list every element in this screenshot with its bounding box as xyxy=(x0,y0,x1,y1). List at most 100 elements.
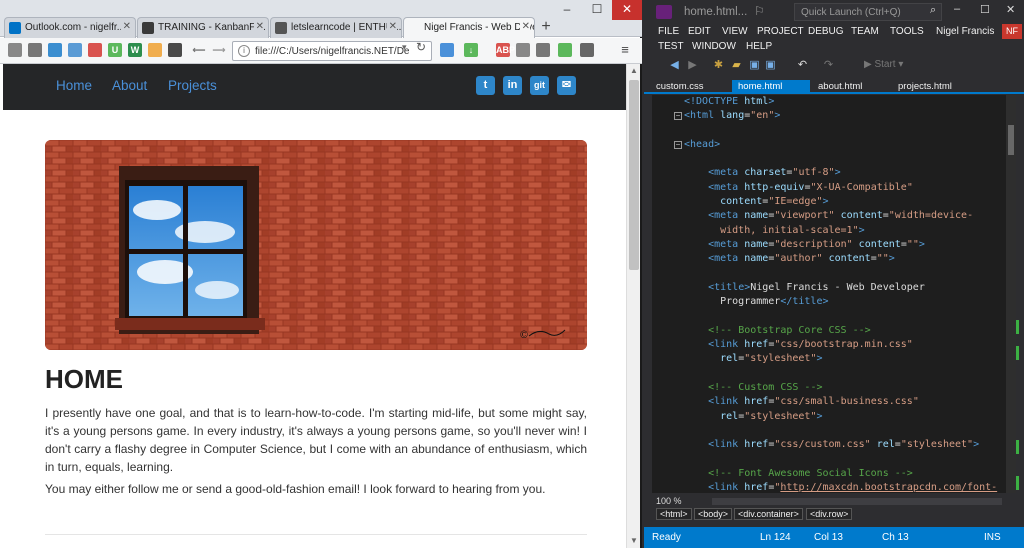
user-avatar[interactable]: NF xyxy=(1002,24,1022,39)
menu-debug[interactable]: DEBUG xyxy=(808,26,844,37)
close-icon[interactable]: ✕ xyxy=(120,21,131,32)
close-icon[interactable]: ✕ xyxy=(253,21,264,32)
tab-label: letslearncode | ENTHU... xyxy=(291,22,402,33)
start-debugging-button[interactable]: ▶ Start ▾ xyxy=(864,59,903,70)
scrollbar-thumb[interactable] xyxy=(629,80,639,270)
adblock-icon[interactable]: ABP xyxy=(496,43,515,57)
redo-icon[interactable]: ↷ xyxy=(822,59,835,72)
tab-projects-html[interactable]: projects.html xyxy=(892,80,982,94)
page-scrollbar[interactable]: ▲ ▼ xyxy=(626,64,640,548)
green-addon-icon[interactable] xyxy=(558,43,572,57)
navigation-toolbar: U W ⟵ ⟶ i file:///C:/Users/nigelfrancis.… xyxy=(0,38,642,64)
maximize-button[interactable]: ☐ xyxy=(980,3,990,16)
screenshot-icon[interactable] xyxy=(536,43,550,57)
github-icon[interactable]: git xyxy=(530,76,549,95)
menu-window[interactable]: WINDOW xyxy=(692,41,736,52)
globe-icon[interactable] xyxy=(68,43,82,57)
close-icon[interactable]: ✕ xyxy=(386,21,397,32)
zoom-level[interactable]: 100 % xyxy=(656,496,682,506)
save-icon[interactable]: ▣ xyxy=(748,59,761,72)
back-arrow-icon[interactable]: ⟵ xyxy=(192,43,206,57)
tab-home-html[interactable]: home.html xyxy=(732,80,810,94)
tab-outlook[interactable]: Outlook.com - nigelfr... ✕ xyxy=(4,17,136,38)
info-icon[interactable]: i xyxy=(238,45,250,57)
addon-icon[interactable] xyxy=(88,43,102,57)
nav-projects-link[interactable]: Projects xyxy=(168,78,217,93)
twitter-icon[interactable]: t xyxy=(476,76,495,95)
scroll-down-icon[interactable]: ▼ xyxy=(627,534,641,548)
tab-letslearncode[interactable]: letslearncode | ENTHU... ✕ xyxy=(270,17,402,38)
library-icon[interactable] xyxy=(28,43,42,57)
tab-nigel-francis[interactable]: Nigel Francis - Web Devel... ✕ xyxy=(403,17,535,39)
breadcrumb-item[interactable]: <body> xyxy=(694,508,733,520)
forward-arrow-icon[interactable]: ⟶ xyxy=(212,43,226,57)
breadcrumb-item[interactable]: <div.container> xyxy=(734,508,803,520)
sidebar-icon[interactable] xyxy=(516,43,530,57)
fold-toggle-icon[interactable]: − xyxy=(674,112,682,120)
email-icon[interactable]: ✉ xyxy=(557,76,576,95)
user-name[interactable]: Nigel Francis xyxy=(936,26,994,37)
close-window-button[interactable]: ✕ xyxy=(612,0,642,20)
tab-about-html[interactable]: about.html xyxy=(812,80,890,94)
change-marker xyxy=(1016,476,1019,490)
tab-custom-css[interactable]: custom.css xyxy=(650,80,728,94)
quick-launch-input[interactable]: Quick Launch (Ctrl+Q) xyxy=(794,3,942,21)
code-editor[interactable]: − − <!DOCTYPE html> <html lang="en"> <he… xyxy=(652,95,1014,493)
minimize-button[interactable]: ‒ xyxy=(552,0,582,20)
breadcrumb-item[interactable]: <html> xyxy=(656,508,692,520)
firefox-window: Outlook.com - nigelfr... ✕ TRAINING - Ka… xyxy=(0,0,642,548)
menu-project[interactable]: PROJECT xyxy=(757,26,804,37)
menu-edit[interactable]: EDIT xyxy=(688,26,711,37)
notification-flag-icon[interactable]: ⚐ xyxy=(754,4,765,18)
bookmarks-icon[interactable] xyxy=(8,43,22,57)
tab-kanban[interactable]: TRAINING - KanbanFl... ✕ xyxy=(137,17,269,38)
reload-icon[interactable]: ↻ xyxy=(416,40,426,54)
menu-view[interactable]: VIEW xyxy=(722,26,748,37)
feed-icon[interactable] xyxy=(148,43,162,57)
editor-vertical-scrollbar[interactable] xyxy=(1006,95,1016,493)
forward-arrow-icon[interactable]: ▶ xyxy=(686,59,699,72)
status-ready: Ready xyxy=(652,532,681,543)
fox-addon-icon[interactable] xyxy=(168,43,182,57)
hamburger-menu-icon[interactable]: ≡ xyxy=(618,43,632,57)
editor-tabs: custom.css home.html about.html projects… xyxy=(644,80,1024,94)
download-arrow-icon[interactable]: ↓ xyxy=(464,43,478,57)
vs-toolbar: ◀ ▶ ✱ ▰ ▣ ▣ ↶ ↷ ▶ Start ▾ xyxy=(644,56,1024,78)
menu-test[interactable]: TEST xyxy=(658,41,684,52)
back-arrow-icon[interactable]: ◀ xyxy=(668,59,681,72)
u-addon-icon[interactable]: U xyxy=(108,43,122,57)
editor-horizontal-scrollbar[interactable] xyxy=(712,498,1002,505)
contact-paragraph: You may either follow me or send a good-… xyxy=(45,482,546,496)
maximize-button[interactable]: ☐ xyxy=(582,0,612,20)
breadcrumb-item[interactable]: <div.row> xyxy=(806,508,853,520)
save-all-icon[interactable]: ▣ xyxy=(764,59,777,72)
menu-team[interactable]: TEAM xyxy=(851,26,879,37)
new-project-icon[interactable]: ✱ xyxy=(712,59,725,72)
minimize-button[interactable]: ‒ xyxy=(954,3,960,15)
menu-tools[interactable]: TOOLS xyxy=(890,26,924,37)
breadcrumb: <html> <body> <div.container> <div.row> xyxy=(652,508,1014,522)
tools-icon[interactable] xyxy=(580,43,594,57)
new-tab-button[interactable]: + xyxy=(536,17,556,37)
scrollbar-thumb[interactable] xyxy=(1008,125,1014,155)
undo-icon[interactable]: ↶ xyxy=(796,59,809,72)
firefox-sync-icon[interactable] xyxy=(48,43,62,57)
w-addon-icon[interactable]: W xyxy=(128,43,142,57)
menu-help[interactable]: HELP xyxy=(746,41,772,52)
url-dropdown-icon[interactable]: ▾ xyxy=(402,42,407,53)
menu-file[interactable]: FILE xyxy=(658,26,679,37)
search-engine-icon[interactable] xyxy=(440,43,454,57)
scroll-up-icon[interactable]: ▲ xyxy=(627,64,641,78)
search-icon[interactable]: ⌕ xyxy=(930,4,936,17)
linkedin-icon[interactable]: in xyxy=(503,76,522,95)
nav-home-link[interactable]: Home xyxy=(56,78,92,93)
fold-toggle-icon[interactable]: − xyxy=(674,141,682,149)
status-char: Ch 13 xyxy=(882,532,909,543)
close-icon[interactable]: ✕ xyxy=(519,21,530,32)
open-folder-icon[interactable]: ▰ xyxy=(730,59,743,72)
close-window-button[interactable]: ✕ xyxy=(1006,3,1015,16)
code-content[interactable]: <!DOCTYPE html> <html lang="en"> <head> … xyxy=(684,95,997,493)
tab-label: Nigel Francis - Web Devel... xyxy=(424,22,534,33)
status-bar: Ready Ln 124 Col 13 Ch 13 INS xyxy=(644,527,1024,548)
nav-about-link[interactable]: About xyxy=(112,78,147,93)
